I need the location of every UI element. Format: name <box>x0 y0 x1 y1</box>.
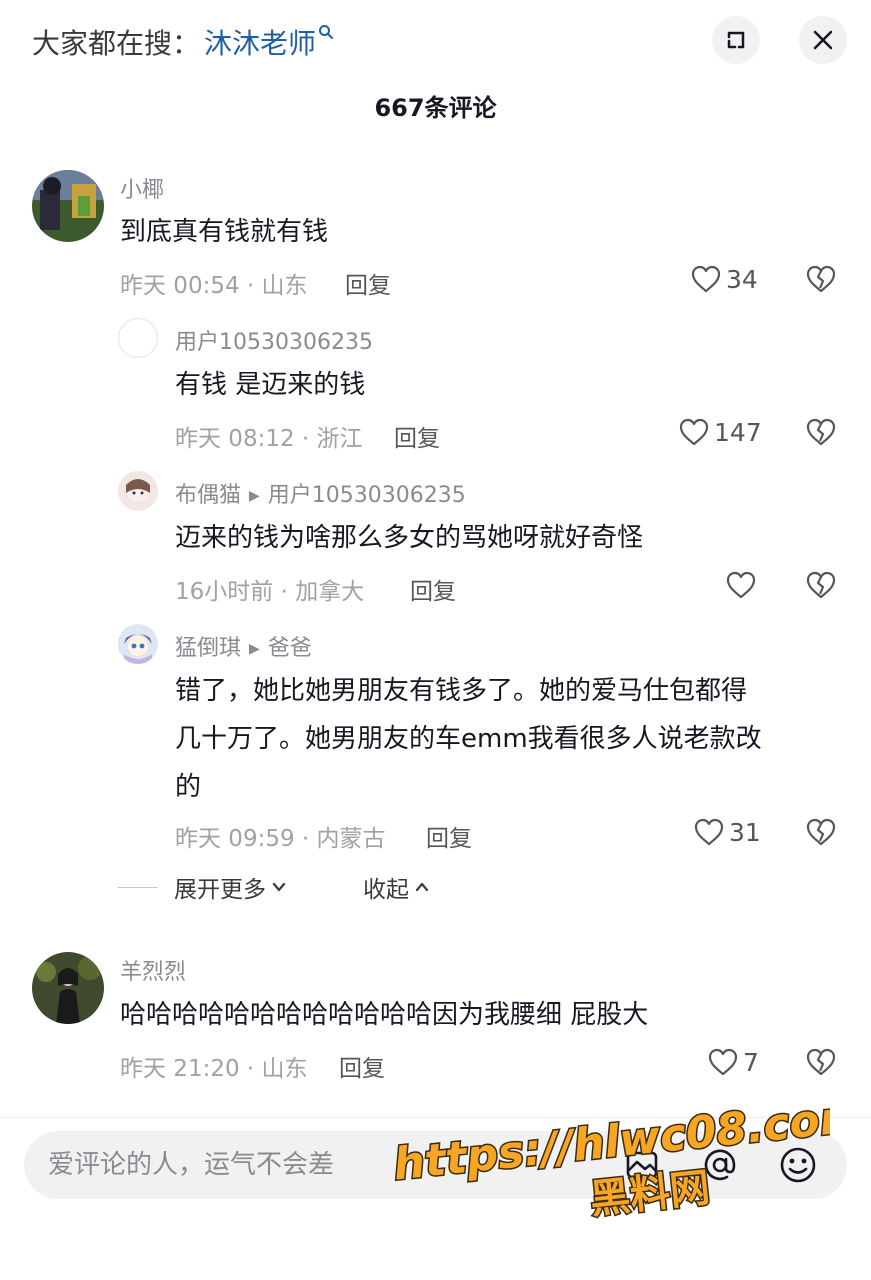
comment-text: 到底真有钱就有钱 <box>120 217 329 247</box>
reply-button[interactable]: 回复 <box>339 1049 385 1083</box>
comment-input[interactable] <box>48 1131 608 1199</box>
broken-heart-icon <box>806 818 836 846</box>
comment-meta: 昨天 21:20 · 山东 <box>120 1056 308 1082</box>
mention-icon <box>704 1149 736 1181</box>
replier-name[interactable]: 布偶猫 ▶ 用户10530306235 <box>175 477 466 509</box>
heart-icon <box>694 818 724 846</box>
reply-text-line: 几十万了。她男朋友的车emm我看很多人说老款改 <box>175 724 762 754</box>
avatar[interactable] <box>118 471 158 511</box>
like-count: 147 <box>714 417 762 447</box>
trending-search-hint[interactable]: 大家都在搜： 沐沐老师 <box>32 22 334 62</box>
replier-name[interactable]: 猛倒琪 ▶ 爸爸 <box>175 630 312 662</box>
reply-text: 有钱 是迈来的钱 <box>175 370 366 400</box>
mention-button[interactable] <box>698 1143 742 1187</box>
dislike-button[interactable] <box>805 417 837 451</box>
avatar[interactable] <box>32 952 104 1024</box>
avatar[interactable] <box>118 318 158 358</box>
like-count: 31 <box>729 817 761 847</box>
reply-text-line: 错了，她比她男朋友有钱多了。她的爱马仕包都得 <box>175 676 748 706</box>
reply-to-name[interactable]: 用户10530306235 <box>268 483 466 508</box>
dislike-button[interactable] <box>805 264 837 298</box>
like-button[interactable] <box>725 570 761 600</box>
image-button[interactable] <box>620 1143 664 1187</box>
reply-meta: 16小时前 · 加拿大 <box>175 579 365 605</box>
reply-meta: 昨天 09:59 · 内蒙古 <box>175 826 386 852</box>
comment-meta: 昨天 00:54 · 山东 <box>120 273 308 299</box>
image-icon <box>626 1151 658 1179</box>
broken-heart-icon <box>806 265 836 293</box>
like-button[interactable]: 34 <box>690 264 758 294</box>
reply-meta: 昨天 08:12 · 浙江 <box>175 426 363 452</box>
broken-heart-icon <box>806 571 836 599</box>
heart-icon <box>708 1048 738 1076</box>
search-keyword[interactable]: 沐沐老师 <box>204 22 316 62</box>
like-count: 34 <box>726 264 758 294</box>
commenter-name[interactable]: 小椰 <box>120 172 164 204</box>
reply-button[interactable]: 回复 <box>426 819 472 853</box>
like-button[interactable]: 31 <box>693 817 761 847</box>
emoji-button[interactable] <box>776 1143 820 1187</box>
reply-text: 迈来的钱为啥那么多女的骂她呀就好奇怪 <box>175 523 644 553</box>
dislike-button[interactable] <box>805 817 837 851</box>
close-icon <box>813 30 833 50</box>
expand-button[interactable] <box>712 16 760 64</box>
expand-more-button[interactable]: 展开更多 <box>174 870 288 904</box>
expand-icon <box>727 31 745 49</box>
reply-to-name[interactable]: 爸爸 <box>268 636 312 661</box>
search-icon <box>318 24 334 44</box>
divider-line <box>118 886 158 888</box>
search-prefix: 大家都在搜： <box>32 27 201 60</box>
chevron-down-icon <box>272 882 286 892</box>
heart-icon <box>726 571 756 599</box>
reply-arrow-icon: ▶ <box>249 488 260 504</box>
broken-heart-icon <box>806 1048 836 1076</box>
like-count: 7 <box>743 1047 759 1077</box>
reply-button[interactable]: 回复 <box>410 572 456 606</box>
reply-button[interactable]: 回复 <box>345 266 391 300</box>
reply-text-line: 的 <box>175 772 202 802</box>
heart-icon <box>679 418 709 446</box>
reply-button[interactable]: 回复 <box>394 419 440 453</box>
dislike-button[interactable] <box>805 1047 837 1081</box>
heart-icon <box>691 265 721 293</box>
divider <box>0 1117 871 1118</box>
like-button[interactable]: 7 <box>707 1047 759 1077</box>
replier-name[interactable]: 用户10530306235 <box>175 324 373 356</box>
top-bar: 大家都在搜： 沐沐老师 <box>0 0 871 80</box>
dislike-button[interactable] <box>805 570 837 604</box>
chevron-up-icon <box>415 882 429 892</box>
reply-arrow-icon: ▶ <box>249 641 260 657</box>
thread-controls: 展开更多 <box>118 870 288 904</box>
comment-count-title: 667条评论 <box>374 94 497 122</box>
broken-heart-icon <box>806 418 836 446</box>
collapse-button[interactable]: 收起 <box>363 870 431 904</box>
emoji-icon <box>780 1147 816 1183</box>
avatar[interactable] <box>118 624 158 664</box>
comment-input-bar <box>24 1131 847 1199</box>
comment-text: 哈哈哈哈哈哈哈哈哈哈哈哈因为我腰细 屁股大 <box>120 1000 649 1030</box>
commenter-name[interactable]: 羊烈烈 <box>120 954 186 986</box>
avatar[interactable] <box>32 170 104 242</box>
close-button[interactable] <box>799 16 847 64</box>
like-button[interactable]: 147 <box>678 417 762 447</box>
